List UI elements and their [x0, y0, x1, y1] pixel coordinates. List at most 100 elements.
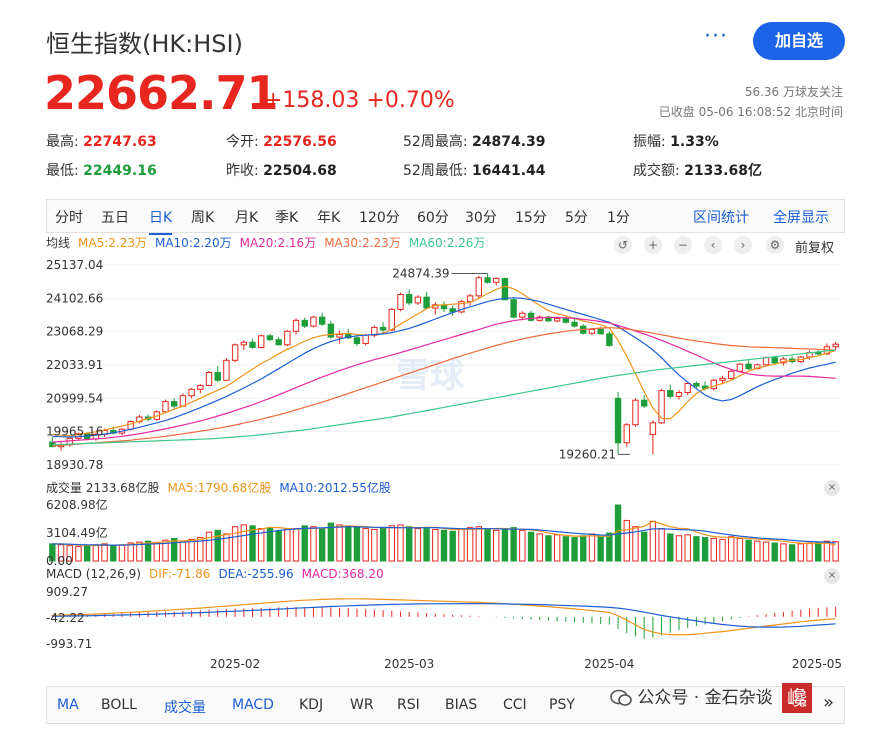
volume-bar	[623, 519, 630, 562]
indicator-tab-kdj[interactable]: KDJ	[299, 697, 323, 713]
volume-bar	[501, 528, 509, 562]
volume-bar	[371, 528, 378, 562]
stat-label: 52周最高:	[403, 134, 472, 150]
legend-item: MA60:2.26万	[408, 236, 486, 250]
tab-4[interactable]: 月K	[235, 207, 258, 227]
volume-bar	[475, 526, 483, 562]
more-indicators-icon[interactable]: »	[823, 692, 834, 713]
volume-bar	[397, 524, 404, 562]
tab-6[interactable]: 年K	[317, 207, 340, 227]
candle	[223, 358, 230, 381]
volume-bar	[118, 544, 126, 562]
tab-12[interactable]: 1分	[607, 207, 630, 227]
stat-label: 昨收:	[226, 163, 264, 179]
zoom-in-icon[interactable]: +	[644, 236, 662, 254]
volume-bar	[710, 537, 718, 562]
candle	[510, 298, 517, 319]
range-stats-link[interactable]: 区间统计	[693, 207, 749, 227]
price-adjust-selector[interactable]: 前复权	[795, 237, 834, 256]
indicator-tab-rsi[interactable]: RSI	[397, 697, 420, 713]
volume-bar	[414, 528, 422, 562]
stat-item: 今开: 22576.56	[226, 131, 337, 151]
indicator-tab-macd[interactable]: MACD	[232, 697, 274, 713]
candle	[205, 370, 213, 387]
zoom-out-icon[interactable]: −	[674, 236, 692, 254]
volume-bar	[806, 542, 813, 562]
ma-legend: 均线 MA5:2.23万 MA10:2.20万 MA20:2.16万 MA30:2.23…	[46, 234, 493, 251]
candle	[397, 292, 404, 312]
volume-bar	[231, 526, 239, 562]
close-volume-panel-icon[interactable]: ×	[824, 480, 840, 496]
candle	[475, 275, 483, 298]
volume-bar	[292, 528, 300, 562]
volume-bar	[667, 533, 674, 562]
volume-bar	[588, 533, 596, 562]
legend-item: MA30:2.23万	[324, 236, 401, 250]
tab-9[interactable]: 30分	[465, 207, 497, 227]
candle	[57, 442, 65, 451]
candle	[501, 277, 509, 301]
volume-bar	[249, 525, 256, 562]
indicator-tab-cci[interactable]: CCI	[503, 697, 527, 713]
tab-11[interactable]: 5分	[565, 207, 588, 227]
stat-label: 最低:	[46, 163, 84, 179]
stat-item: 52周最低: 16441.44	[403, 160, 546, 180]
stat-value: 2133.68亿	[684, 163, 762, 179]
volume-bar	[458, 528, 465, 562]
volume-bar	[597, 536, 604, 562]
settings-icon[interactable]: ⚙	[766, 236, 784, 254]
candle	[310, 315, 317, 328]
indicator-tab-成交量[interactable]: 成交量	[164, 697, 206, 717]
tab-5[interactable]: 季K	[275, 207, 298, 227]
candle	[336, 330, 343, 344]
volume-bar	[815, 541, 822, 562]
candle	[258, 334, 265, 349]
footer-seal: 巉	[782, 683, 813, 713]
stat-value: 22504.68	[263, 163, 337, 179]
candle	[745, 360, 752, 370]
add-to-watchlist-button[interactable]: 加自选	[753, 22, 845, 60]
volume-chart: 6208.98亿 3104.49亿 0.00	[46, 497, 839, 565]
tab-10[interactable]: 15分	[515, 207, 547, 227]
volume-bar	[580, 535, 587, 562]
volume-bar	[440, 529, 448, 562]
y-tick-label: 19965.16	[46, 425, 103, 439]
volume-bar	[345, 525, 352, 562]
legend-item: DEA:-255.96	[218, 567, 294, 581]
candlestick-chart: 雪球 25137.04 24102.66 23068.29 22033.91 20999.…	[46, 258, 840, 472]
tab-2[interactable]: 日K	[149, 207, 173, 235]
x-tick-label: 2025-05	[792, 657, 842, 671]
candle	[188, 388, 195, 399]
next-icon[interactable]: ›	[734, 236, 752, 254]
y-tick-label: 23068.29	[46, 325, 103, 339]
more-options-icon[interactable]: ···	[704, 24, 728, 49]
volume-bar	[788, 544, 796, 562]
tab-8[interactable]: 60分	[417, 207, 449, 227]
tab-3[interactable]: 周K	[191, 207, 214, 227]
tab-7[interactable]: 120分	[359, 207, 400, 227]
indicator-tab-wr[interactable]: WR	[350, 697, 374, 713]
undo-icon[interactable]: ↺	[614, 236, 632, 254]
tab-1[interactable]: 五日	[101, 207, 129, 227]
volume-bar	[110, 545, 117, 562]
indicator-tab-ma[interactable]: MA	[57, 697, 79, 713]
stat-value: 22747.63	[83, 134, 157, 150]
fullscreen-link[interactable]: 全屏显示	[773, 207, 829, 227]
tab-0[interactable]: 分时	[55, 207, 83, 227]
period-tabs: 分时 五日 日K 周K 月K 季K 年K 120分 60分 30分 15分 5分 1分 区间统计 全屏显示	[46, 199, 845, 235]
candle	[623, 422, 630, 447]
volume-bar	[275, 530, 282, 562]
prev-icon[interactable]: ‹	[704, 236, 722, 254]
volume-bar	[284, 528, 291, 562]
volume-bar	[432, 528, 439, 562]
indicator-tab-bias[interactable]: BIAS	[445, 697, 477, 713]
indicator-tab-boll[interactable]: BOLL	[101, 697, 137, 713]
candle	[527, 310, 535, 322]
y-tick-label: 6208.98亿	[46, 497, 108, 512]
volume-bar	[754, 540, 761, 562]
indicator-tab-psy[interactable]: PSY	[549, 697, 575, 713]
volume-bar	[571, 537, 578, 562]
candle	[432, 302, 439, 315]
candle	[440, 301, 448, 312]
candle	[649, 420, 657, 455]
